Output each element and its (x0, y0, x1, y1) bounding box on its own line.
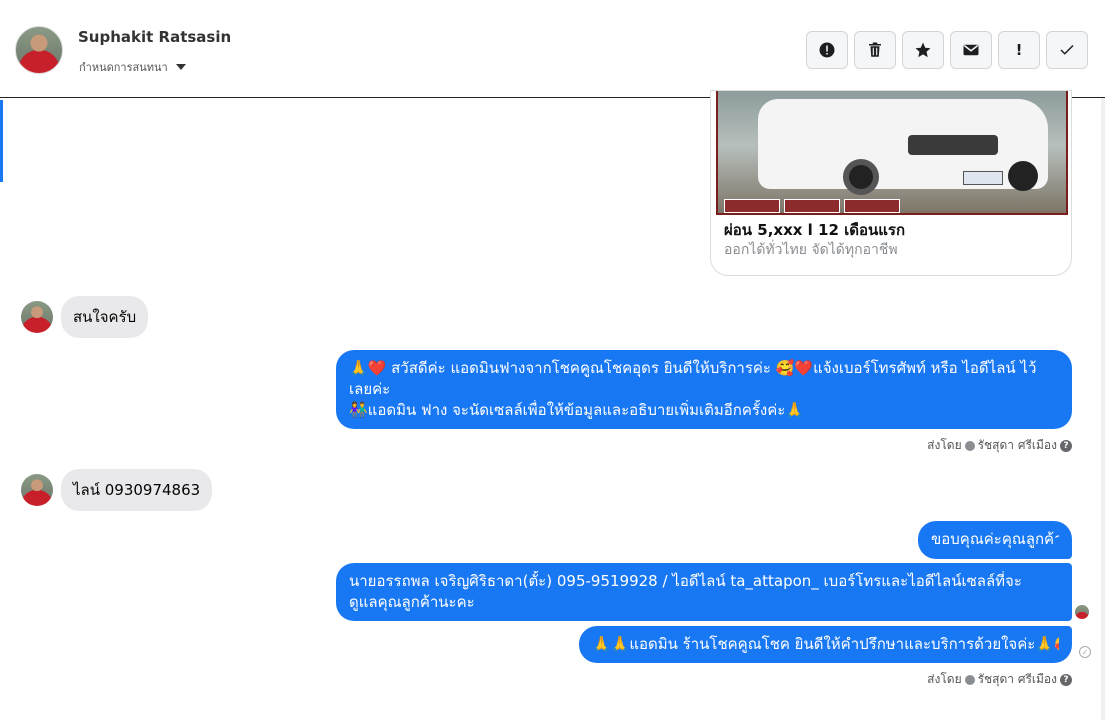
message-line: ขอบคุณค่ะคุณลูกค้า (931, 530, 1059, 548)
caret-down-icon (175, 64, 186, 70)
scrollbar[interactable] (1101, 98, 1105, 720)
message-line: นายอรรถพล เจริญศิริธาดา(ตั้ะ) 095-951992… (349, 572, 1022, 590)
selection-accent-bar (0, 100, 3, 182)
assign-conversation-label: กำหนดการสนทนา (79, 61, 168, 74)
conversation-header: Suphakit Ratsasin กำหนดการสนทนา ! (0, 0, 1105, 98)
delete-button[interactable] (854, 31, 896, 69)
contact-name[interactable]: Suphakit Ratsasin (78, 28, 231, 46)
incoming-message[interactable]: สนใจครับ (61, 296, 149, 338)
message-line: 🙏🙏แอดมิน ร้านโชคคูณโชค ยินดีให้คำปรึกษาแ… (592, 635, 1059, 653)
thumbnail (724, 199, 780, 213)
message-line: เลยค่ะ (349, 380, 391, 398)
sent-by-agent[interactable]: รัชสุดา ศรีเมือง (978, 436, 1057, 455)
contact-avatar[interactable] (21, 301, 53, 333)
truck-plate (963, 171, 1003, 185)
outgoing-message[interactable]: 🙏🙏แอดมิน ร้านโชคคูณโชค ยินดีให้คำปรึกษาแ… (579, 626, 1072, 663)
sent-by-agent[interactable]: รัชสุดา ศรีเมือง (978, 670, 1057, 689)
outgoing-message[interactable]: ขอบคุณค่ะคุณลูกค้า (918, 521, 1072, 559)
incoming-message-row: สนใจครับ (21, 296, 149, 338)
contact-avatar[interactable] (21, 474, 53, 506)
contact-avatar[interactable] (15, 26, 63, 74)
thumbnail (844, 199, 900, 213)
sent-by-info: ส่งโดย รัชสุดา ศรีเมือง ? (927, 670, 1072, 689)
truck-wheel (1008, 161, 1038, 191)
truck-wheel (843, 159, 879, 195)
message-line: ดูแลคุณลูกค้านะคะ (349, 593, 475, 611)
assign-conversation-dropdown[interactable]: กำหนดการสนทนา (79, 58, 186, 76)
trash-icon (869, 42, 881, 57)
exclamation-icon: ! (1015, 41, 1023, 59)
outgoing-message[interactable]: นายอรรถพล เจริญศิริธาดา(ตั้ะ) 095-951992… (336, 563, 1072, 621)
ad-reply-card[interactable]: ผ่อน 5,xxx l 12 เดือนแรก ออกได้ทั่วไทย จ… (710, 90, 1072, 276)
incoming-message[interactable]: ไลน์ 0930974863 (61, 469, 213, 511)
star-icon (915, 42, 931, 58)
ad-description: ออกได้ทั่วไทย จัดได้ทุกอาชีพ (724, 242, 898, 258)
alert-circle-icon (819, 42, 835, 58)
sent-by-label: ส่งโดย (927, 672, 962, 686)
sent-by-label: ส่งโดย (927, 438, 962, 452)
agent-status-icon (964, 674, 975, 685)
message-line: 🙏❤️ สวัสดีค่ะ แอดมินฟางจากโชคคูณโชคอุดร … (349, 359, 1037, 377)
delivered-check-icon: ✓ (1079, 646, 1091, 658)
mark-unread-button[interactable] (950, 31, 992, 69)
help-icon[interactable]: ? (1060, 439, 1072, 452)
spam-button[interactable] (806, 31, 848, 69)
done-button[interactable] (1046, 31, 1088, 69)
ad-image (716, 91, 1068, 215)
star-button[interactable] (902, 31, 944, 69)
seen-indicator-avatar (1075, 605, 1089, 619)
envelope-icon (963, 44, 979, 56)
follow-up-button[interactable]: ! (998, 31, 1040, 69)
truck-grille (908, 135, 998, 155)
thumbnail (784, 199, 840, 213)
sent-by-info: ส่งโดย รัชสุดา ศรีเมือง ? (927, 436, 1072, 455)
agent-status-icon (964, 440, 975, 451)
help-icon[interactable]: ? (1060, 673, 1072, 686)
check-icon (1060, 44, 1074, 55)
outgoing-message[interactable]: 🙏❤️ สวัสดีค่ะ แอดมินฟางจากโชคคูณโชคอุดร … (336, 350, 1072, 429)
conversation-toolbar: ! (806, 31, 1088, 69)
incoming-message-row: ไลน์ 0930974863 (21, 469, 213, 511)
ad-thumbnails (718, 199, 1066, 213)
truck-image (758, 99, 1048, 195)
message-line: 👫แอดมิน ฟาง จะนัดเซลล์เพื่อให้ข้อมูลและอ… (349, 401, 804, 419)
